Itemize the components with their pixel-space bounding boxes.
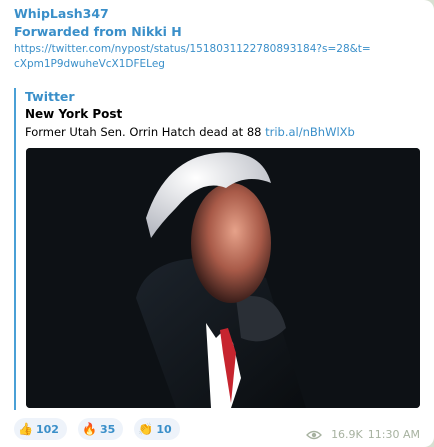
reaction-thumbs-up[interactable]: 👍 102 — [14, 418, 67, 440]
reaction-clap[interactable]: 👏 10 — [134, 418, 180, 440]
reactions-bar: 👍 102 🔥 35 👏 10 — [14, 418, 186, 440]
preview-photo[interactable] — [26, 148, 420, 408]
message-author[interactable]: WhipLash347 — [14, 6, 109, 21]
eye-icon — [306, 430, 322, 439]
link-preview[interactable]: Twitter New York Post Former Utah Sen. O… — [14, 88, 426, 410]
message-meta: 16.9K 11:30 AM — [306, 428, 420, 441]
reaction-count: 102 — [35, 422, 59, 436]
message-bubble: WhipLash347 Forwarded from Nikki H https… — [0, 0, 434, 447]
message-link[interactable]: https://twitter.com/nypost/status/151803… — [14, 42, 374, 72]
preview-site-name: Twitter — [25, 89, 75, 104]
clap-icon: 👏 — [138, 422, 154, 436]
reaction-count: 10 — [156, 422, 172, 436]
preview-title: New York Post — [25, 107, 123, 121]
preview-description: Former Utah Sen. Orrin Hatch dead at 88 … — [25, 125, 355, 139]
view-count: 16.9K — [331, 428, 363, 441]
reaction-count: 35 — [99, 422, 116, 436]
preview-description-text: Former Utah Sen. Orrin Hatch dead at 88 — [25, 125, 262, 139]
fire-icon: 🔥 — [82, 422, 97, 436]
reaction-fire[interactable]: 🔥 35 — [78, 418, 124, 440]
portrait-image — [26, 148, 420, 408]
forwarded-from[interactable]: Forwarded from Nikki H — [14, 24, 182, 39]
preview-description-link[interactable]: trib.al/nBhWlXb — [265, 125, 355, 139]
message-time: 11:30 AM — [367, 428, 420, 441]
thumbs-up-icon: 👍 — [18, 422, 33, 436]
